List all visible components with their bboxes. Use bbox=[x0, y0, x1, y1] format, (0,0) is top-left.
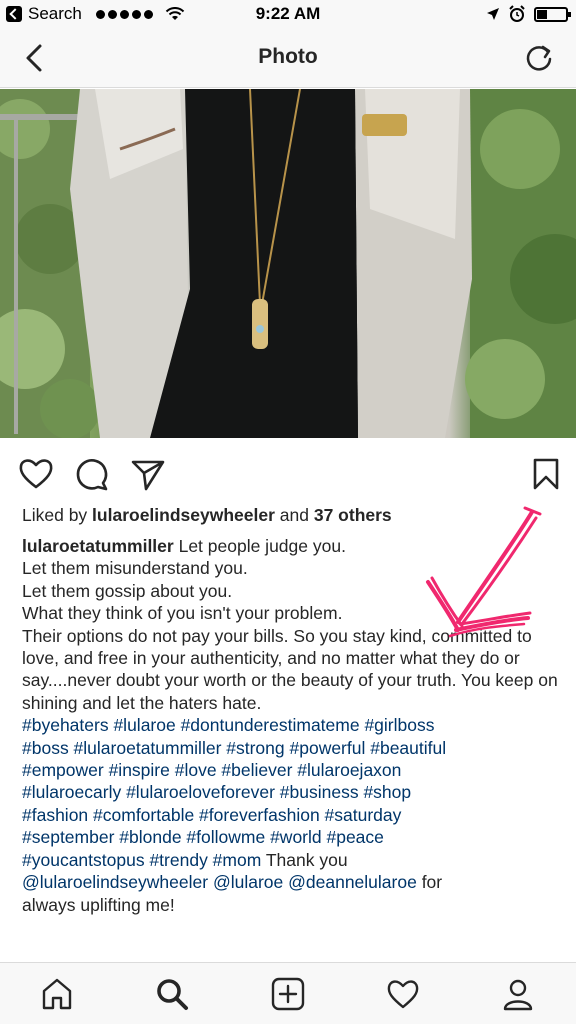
hashtags-line-7: #youcantstopus #trendy #mom Thank you bbox=[22, 849, 562, 871]
caption-text-4: What they think of you isn't your proble… bbox=[22, 603, 343, 624]
heart-icon[interactable] bbox=[18, 456, 54, 492]
likes-line: Liked by lularoelindseywheeler and 37 ot… bbox=[22, 503, 562, 527]
post-actions bbox=[0, 448, 576, 498]
mentions-line: @lularoelindseywheeler @lularoe @deannel… bbox=[22, 871, 562, 893]
likes-prefix: Liked by bbox=[22, 505, 93, 525]
hashtags-line-1[interactable]: #byehaters #lularoe #dontunderestimateme… bbox=[22, 714, 562, 736]
hashtags-line-3[interactable]: #empower #inspire #love #believer #lular… bbox=[22, 759, 562, 781]
caption-text-3: Let them gossip about you. bbox=[22, 580, 233, 601]
status-right bbox=[486, 5, 571, 23]
send-icon[interactable] bbox=[130, 456, 166, 492]
location-icon bbox=[487, 8, 499, 20]
caption-text-2: Let them misunderstand you. bbox=[22, 558, 248, 579]
liker-username[interactable]: lularoelindseywheeler bbox=[92, 505, 275, 525]
nav-bar: Photo bbox=[0, 28, 576, 88]
profile-icon[interactable] bbox=[501, 977, 535, 1011]
hashtags-line-4[interactable]: #lularoecarly #lularoeloveforever #busin… bbox=[22, 781, 562, 803]
post-caption: Liked by lularoelindseywheeler and 37 ot… bbox=[22, 503, 562, 916]
caption-text-1: Let people judge you. bbox=[173, 536, 346, 556]
likes-middle: and bbox=[274, 505, 314, 525]
author-username[interactable]: lularoetatummiller bbox=[22, 536, 174, 556]
battery-icon bbox=[534, 6, 571, 22]
caption-end-2: always uplifting me! bbox=[22, 894, 175, 915]
alarm-icon bbox=[509, 5, 525, 22]
thanks-text: Thank you bbox=[261, 849, 348, 870]
likes-others[interactable]: 37 others bbox=[314, 505, 392, 525]
status-bar: Search 9:22 AM bbox=[0, 0, 576, 28]
photo-illustration bbox=[0, 89, 576, 438]
activity-heart-icon[interactable] bbox=[386, 977, 420, 1011]
hashtags-line-2[interactable]: #boss #lularoetatummiller #strong #power… bbox=[22, 737, 562, 759]
hashtags-line-5[interactable]: #fashion #comfortable #foreverfashion #s… bbox=[22, 804, 562, 826]
home-icon[interactable] bbox=[40, 977, 74, 1011]
tab-bar bbox=[0, 962, 576, 1024]
caption-paragraph: Their options do not pay your bills. So … bbox=[22, 625, 558, 713]
add-post-icon[interactable] bbox=[271, 977, 305, 1011]
mention-lindseywheeler[interactable]: @lularoelindseywheeler bbox=[22, 872, 208, 892]
bookmark-icon[interactable] bbox=[528, 456, 564, 492]
hashtags-line-6[interactable]: #september #blonde #followme #world #pea… bbox=[22, 826, 562, 848]
comment-icon[interactable] bbox=[74, 456, 110, 492]
caption-line-1: lularoetatummiller Let people judge you. bbox=[22, 535, 562, 557]
page-title: Photo bbox=[258, 45, 318, 68]
post-photo[interactable] bbox=[0, 89, 576, 438]
search-icon[interactable] bbox=[155, 977, 189, 1011]
hashtags-7[interactable]: #youcantstopus #trendy #mom bbox=[22, 850, 261, 870]
mention-lularoe[interactable]: @lularoe bbox=[213, 872, 283, 892]
caption-end-1: for bbox=[416, 872, 443, 893]
refresh-icon[interactable] bbox=[524, 43, 554, 73]
mention-deannelularoe[interactable]: @deannelularoe bbox=[288, 872, 417, 892]
